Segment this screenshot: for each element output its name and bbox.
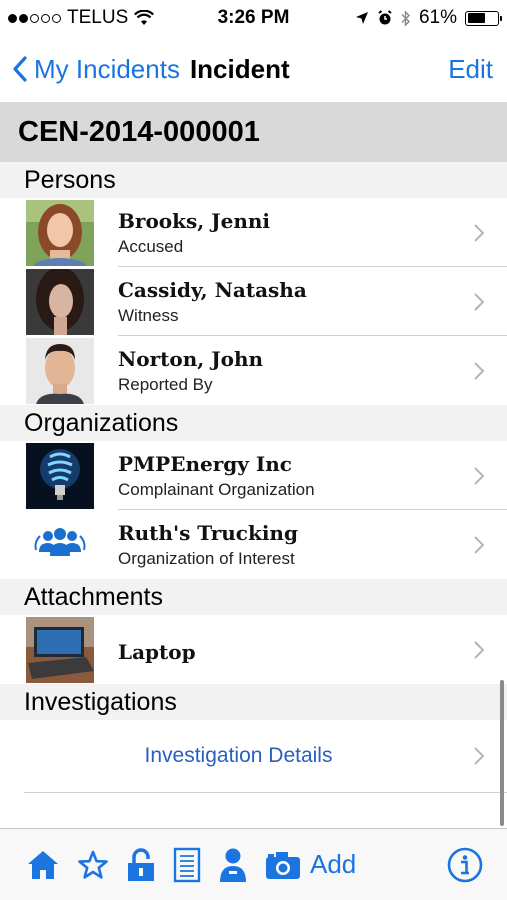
scrollbar[interactable]: [500, 680, 504, 826]
battery-level: [467, 13, 486, 23]
battery-icon: [465, 10, 502, 26]
back-button-label: My Incidents: [34, 53, 180, 84]
navigation-bar: My Incidents Incident Edit: [0, 36, 507, 102]
signal-strength-icon: [8, 13, 61, 23]
attachment-name: Laptop: [118, 639, 196, 664]
chevron-right-icon: [474, 466, 485, 485]
organization-name: PMPEnergy Inc: [118, 451, 292, 476]
person-role: Accused: [118, 236, 184, 256]
chevron-right-icon: [474, 292, 485, 311]
alarm-clock-icon: [378, 10, 392, 25]
organization-row[interactable]: PMPEnergy Inc Complainant Organization: [0, 441, 507, 510]
section-header-attachments: Attachments: [0, 579, 507, 615]
camera-button[interactable]: [265, 845, 301, 885]
location-arrow-icon: [355, 12, 368, 24]
star-icon: [78, 850, 108, 879]
organization-name: Ruth's Trucking: [118, 520, 298, 545]
carrier-name: TELUS: [67, 7, 129, 28]
person-photo: [26, 337, 94, 404]
wifi-icon: [134, 10, 155, 25]
organization-row[interactable]: Ruth's Trucking Organization of Interest: [0, 510, 507, 579]
person-photo: [26, 199, 94, 266]
favorite-button[interactable]: [77, 845, 109, 885]
attachment-row[interactable]: Laptop: [0, 615, 507, 684]
person-role: Witness: [118, 305, 179, 325]
lock-button[interactable]: [126, 845, 156, 885]
divider: [24, 792, 507, 793]
person-name: Cassidy, Natasha: [118, 277, 307, 302]
organization-role: Organization of Interest: [118, 548, 295, 568]
status-right: 61%: [309, 7, 502, 29]
notes-button[interactable]: [173, 845, 201, 885]
status-time: 3:26 PM: [217, 7, 290, 28]
camera-icon: [266, 851, 300, 879]
info-button[interactable]: [447, 845, 483, 885]
edit-button[interactable]: Edit: [448, 54, 493, 85]
investigation-details-link[interactable]: Investigation Details: [145, 744, 333, 768]
section-header-persons: Persons: [0, 162, 507, 198]
section-header-organizations: Organizations: [0, 405, 507, 441]
home-icon: [28, 850, 58, 879]
home-button[interactable]: [26, 845, 60, 885]
person-name: Norton, John: [118, 346, 264, 371]
chevron-left-icon: [13, 56, 27, 82]
page-title: Incident: [189, 53, 290, 84]
person-row[interactable]: Cassidy, Natasha Witness: [0, 267, 507, 336]
section-header-investigations: Investigations: [0, 684, 507, 720]
battery-percent: 61%: [418, 7, 457, 28]
organization-logo: [26, 442, 94, 509]
person-button[interactable]: [218, 845, 248, 885]
person-name: Brooks, Jenni: [118, 208, 271, 233]
group-icon: [26, 511, 94, 578]
organization-role: Complainant Organization: [118, 479, 315, 499]
chevron-right-icon: [474, 361, 485, 380]
notes-icon: [173, 847, 201, 882]
bottom-toolbar: Add: [0, 828, 507, 900]
status-bar: TELUS 3:26 PM 61%: [0, 0, 507, 36]
chevron-right-icon: [474, 535, 485, 554]
bluetooth-icon: [401, 9, 410, 27]
incident-details-list[interactable]: Persons Brooks, Jenni Accused Cassidy, N…: [0, 162, 507, 793]
person-role: Reported By: [118, 374, 213, 394]
back-button[interactable]: My Incidents: [12, 54, 180, 85]
lock-icon: [128, 847, 154, 881]
chevron-right-icon: [474, 640, 485, 659]
person-row[interactable]: Norton, John Reported By: [0, 336, 507, 405]
person-row[interactable]: Brooks, Jenni Accused: [0, 198, 507, 267]
investigation-details-row[interactable]: Investigation Details: [0, 720, 507, 792]
attachment-thumbnail: [26, 616, 94, 683]
chevron-right-icon: [474, 747, 485, 765]
person-photo: [26, 268, 94, 335]
status-left: TELUS: [8, 7, 198, 29]
info-icon: [447, 847, 483, 882]
add-button[interactable]: Add: [310, 849, 356, 880]
person-icon: [220, 848, 246, 882]
chevron-right-icon: [474, 223, 485, 242]
incident-id-header: CEN-2014-000001: [0, 102, 507, 162]
organization-logo: [26, 511, 94, 578]
